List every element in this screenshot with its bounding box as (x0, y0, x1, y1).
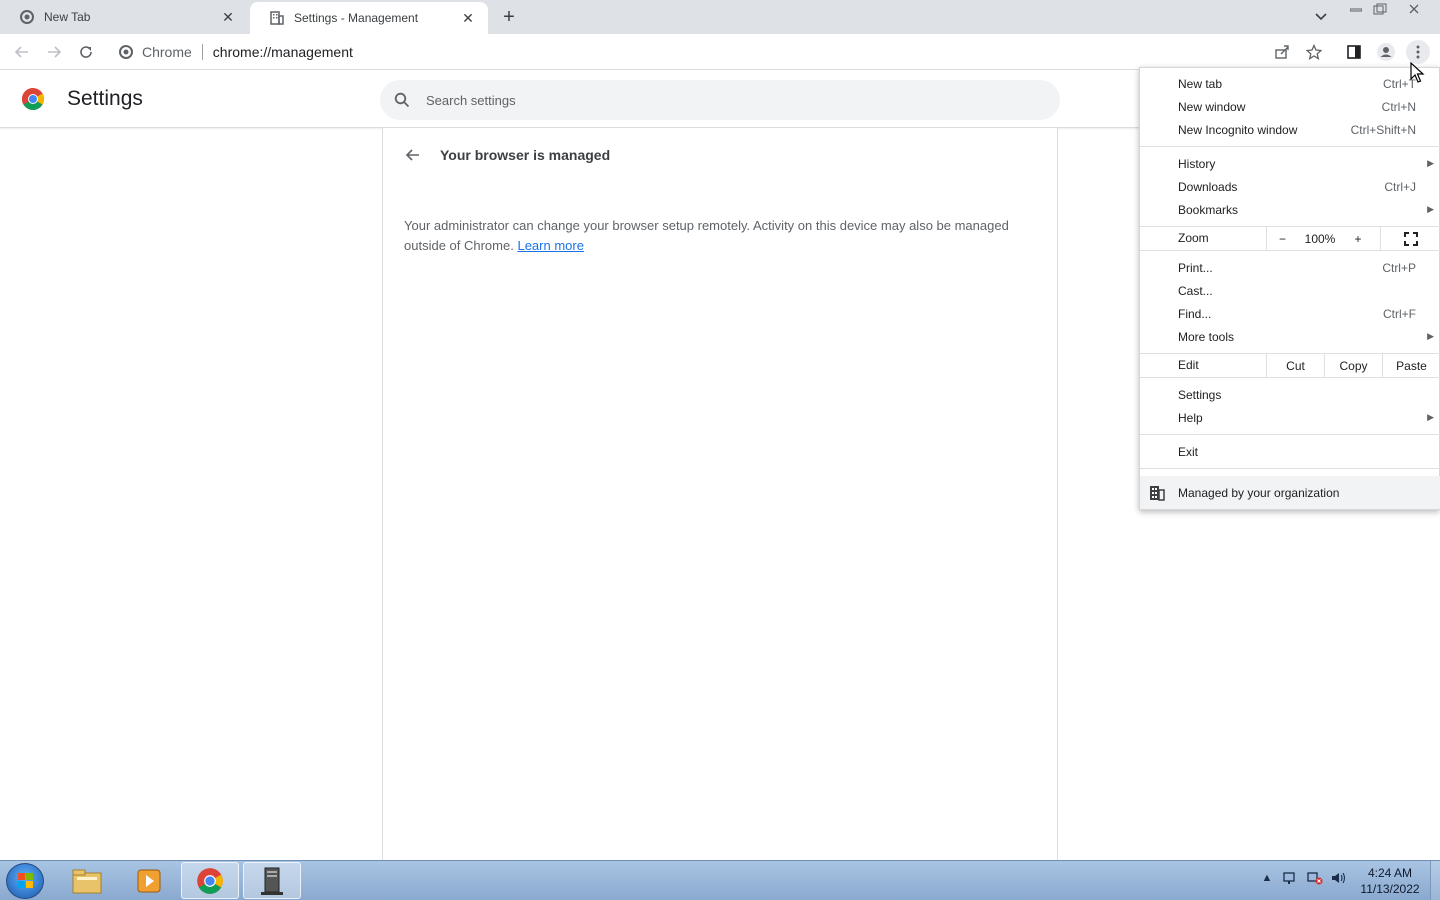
building-icon (270, 11, 284, 25)
action-center-icon[interactable] (1282, 869, 1300, 887)
chrome-icon (118, 44, 134, 60)
url-text[interactable]: chrome://management (213, 44, 353, 60)
zoom-out-button[interactable]: − (1266, 227, 1298, 250)
zoom-value: 100% (1304, 231, 1336, 246)
restore-button[interactable] (1368, 0, 1392, 18)
close-icon[interactable]: ✕ (460, 10, 476, 26)
chrome-app-menu: New tab Ctrl+T New window Ctrl+N New Inc… (1139, 67, 1440, 510)
network-disconnected-icon[interactable] (1306, 869, 1324, 887)
building-icon (1149, 485, 1165, 501)
submenu-arrow-icon: ▶ (1427, 204, 1434, 214)
menu-item-new-incognito-window[interactable]: New Incognito window Ctrl+Shift+N (1140, 118, 1440, 141)
zoom-label: Zoom (1178, 231, 1209, 245)
share-icon[interactable] (1270, 40, 1294, 64)
tab-strip: New Tab ✕ Settings - Management ✕ + (0, 0, 1440, 34)
menu-divider (1140, 434, 1440, 435)
address-bar[interactable]: Chrome chrome://management (110, 38, 1260, 66)
divider (201, 44, 203, 60)
menu-item-help[interactable]: Help ▶ (1140, 406, 1440, 429)
show-desktop-button[interactable] (1430, 861, 1440, 900)
menu-item-history[interactable]: History ▶ (1140, 152, 1440, 175)
menu-divider (1140, 250, 1440, 251)
menu-zoom-row: Zoom − 100% + (1140, 227, 1440, 250)
more-menu-icon[interactable] (1406, 40, 1430, 64)
menu-item-new-window[interactable]: New window Ctrl+N (1140, 95, 1440, 118)
menu-item-new-tab[interactable]: New tab Ctrl+T (1140, 72, 1440, 95)
zoom-in-button[interactable]: + (1342, 227, 1374, 250)
chrome-taskbar-icon[interactable] (181, 862, 239, 899)
tab-search-button[interactable] (1310, 6, 1332, 28)
bookmark-star-icon[interactable] (1302, 40, 1326, 64)
back-button[interactable] (10, 40, 34, 64)
management-description: Your administrator can change your brows… (404, 216, 1024, 256)
menu-item-cast[interactable]: Cast... (1140, 279, 1440, 302)
fullscreen-icon (1403, 231, 1418, 246)
reload-button[interactable] (74, 40, 98, 64)
menu-item-find[interactable]: Find... Ctrl+F (1140, 302, 1440, 325)
fullscreen-button[interactable] (1380, 227, 1440, 250)
cut-button[interactable]: Cut (1266, 354, 1324, 377)
tab-title: Settings - Management (294, 11, 419, 25)
chrome-logo-icon (21, 87, 45, 111)
description-text: Your administrator can change your brows… (404, 218, 1009, 253)
forward-button[interactable] (42, 40, 66, 64)
browser-toolbar: Chrome chrome://management (0, 34, 1440, 70)
minimize-button[interactable] (1344, 0, 1368, 18)
server-manager-taskbar-icon[interactable] (243, 862, 301, 899)
menu-item-bookmarks[interactable]: Bookmarks ▶ (1140, 198, 1440, 221)
management-card: Your browser is managed Your administrat… (382, 128, 1058, 860)
submenu-arrow-icon: ▶ (1427, 158, 1434, 168)
site-chip: Chrome (142, 44, 192, 60)
menu-edit-row: Edit Cut Copy Paste (1140, 354, 1440, 377)
tab-title: New Tab (44, 10, 91, 24)
menu-divider (1140, 146, 1440, 147)
tab-settings-management[interactable]: Settings - Management ✕ (250, 2, 488, 34)
side-panel-icon[interactable] (1342, 40, 1366, 64)
start-button[interactable] (6, 863, 44, 899)
menu-item-downloads[interactable]: Downloads Ctrl+J (1140, 175, 1440, 198)
close-window-button[interactable] (1402, 0, 1426, 18)
close-icon[interactable]: ✕ (220, 9, 236, 25)
windows-taskbar: ▲ 4:24 AM 11/13/2022 (0, 860, 1440, 900)
search-settings-box[interactable] (380, 80, 1060, 120)
chrome-icon (20, 10, 34, 24)
submenu-arrow-icon: ▶ (1427, 331, 1434, 341)
section-title: Your browser is managed (440, 147, 611, 163)
copy-button[interactable]: Copy (1324, 354, 1382, 377)
show-hidden-icons-icon[interactable]: ▲ (1258, 869, 1276, 887)
tab-new-tab[interactable]: New Tab ✕ (0, 0, 248, 34)
menu-item-more-tools[interactable]: More tools ▶ (1140, 325, 1440, 348)
clock-time: 4:24 AM (1367, 866, 1413, 880)
search-input[interactable] (426, 92, 986, 108)
back-arrow-icon[interactable] (401, 144, 423, 166)
menu-item-settings[interactable]: Settings (1140, 383, 1440, 406)
menu-item-managed-by-organization[interactable]: Managed by your organization (1140, 476, 1440, 509)
edit-label: Edit (1178, 358, 1199, 372)
volume-icon[interactable] (1330, 869, 1348, 887)
mouse-cursor-icon (1410, 61, 1426, 84)
menu-item-print[interactable]: Print... Ctrl+P (1140, 256, 1440, 279)
menu-divider (1140, 377, 1440, 378)
file-explorer-taskbar-icon[interactable] (58, 862, 116, 899)
learn-more-link[interactable]: Learn more (517, 238, 583, 253)
menu-item-exit[interactable]: Exit (1140, 440, 1440, 463)
submenu-arrow-icon: ▶ (1427, 412, 1434, 422)
paste-button[interactable]: Paste (1382, 354, 1440, 377)
clock-date: 11/13/2022 (1360, 882, 1420, 896)
new-tab-button[interactable]: + (498, 6, 520, 28)
search-icon (392, 90, 412, 110)
page-title: Settings (67, 87, 143, 110)
profile-avatar-icon[interactable] (1374, 40, 1398, 64)
menu-divider (1140, 468, 1440, 469)
media-player-taskbar-icon[interactable] (120, 862, 178, 899)
system-clock[interactable]: 4:24 AM 11/13/2022 (1352, 865, 1428, 897)
